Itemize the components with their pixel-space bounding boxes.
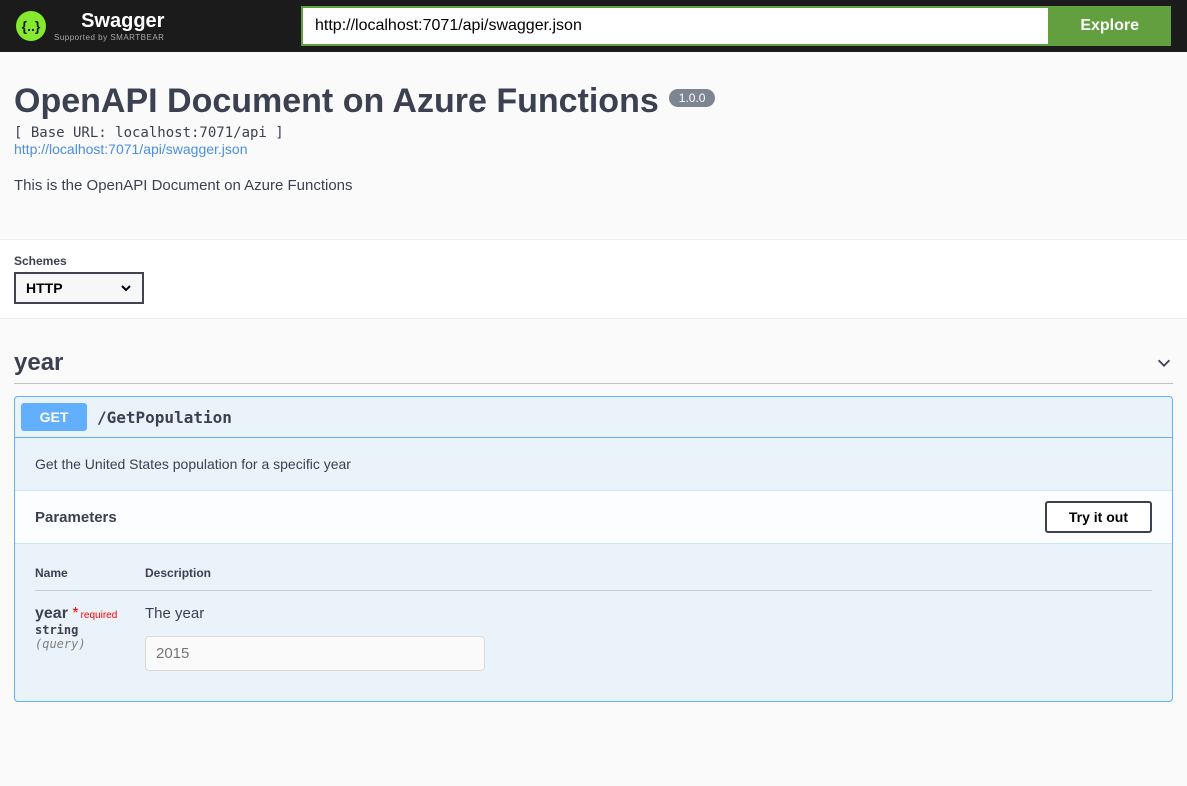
parameters-header: Parameters Try it out [15,490,1172,544]
param-in: (query) [35,637,145,651]
schemes-select[interactable]: HTTP [14,272,144,304]
http-method-badge: GET [21,403,87,431]
column-description-header: Description [145,566,1152,580]
required-text: required [81,610,118,621]
swagger-logo[interactable]: {..} Swagger Supported by SMARTBEAR [16,10,164,42]
explore-button[interactable]: Explore [1048,6,1171,46]
logo-subtext: Supported by SMARTBEAR [54,33,164,42]
logo-text: Swagger [81,10,164,33]
api-url-input[interactable] [301,6,1048,46]
try-it-out-button[interactable]: Try it out [1045,501,1152,533]
schemes-label: Schemes [14,254,1173,268]
operation-block: GET /GetPopulation Get the United States… [14,396,1173,702]
tag-header[interactable]: year [14,349,1173,384]
table-row: year *required string (query) The year [35,591,1152,671]
parameters-table-head: Name Description [35,556,1152,591]
swagger-icon: {..} [16,11,46,41]
operation-description: Get the United States population for a s… [15,438,1172,490]
param-description: The year [145,605,1152,622]
base-url: [ Base URL: localhost:7071/api ] [14,125,1173,141]
param-name: year [35,605,68,622]
parameters-title: Parameters [35,509,117,526]
chevron-down-icon [1155,354,1173,372]
version-badge: 1.0.0 [669,89,716,107]
param-type: string [35,623,145,637]
url-form: Explore [301,6,1171,46]
required-star: * [68,605,79,622]
operation-body: Get the United States population for a s… [15,437,1172,701]
schemes-section: Schemes HTTP [0,239,1187,319]
api-title: OpenAPI Document on Azure Functions [14,82,659,121]
api-info: OpenAPI Document on Azure Functions 1.0.… [0,52,1187,214]
param-input-year[interactable] [145,636,485,671]
api-description: This is the OpenAPI Document on Azure Fu… [14,177,1173,194]
tag-name: year [14,349,63,377]
swagger-json-link[interactable]: http://localhost:7071/api/swagger.json [14,141,248,157]
parameters-table: Name Description year *required string (… [15,544,1172,701]
operation-summary[interactable]: GET /GetPopulation [15,397,1172,437]
operation-path: /GetPopulation [97,408,232,427]
topbar: {..} Swagger Supported by SMARTBEAR Expl… [0,0,1187,52]
column-name-header: Name [35,566,145,580]
tag-section: year GET /GetPopulation Get the United S… [14,349,1173,702]
